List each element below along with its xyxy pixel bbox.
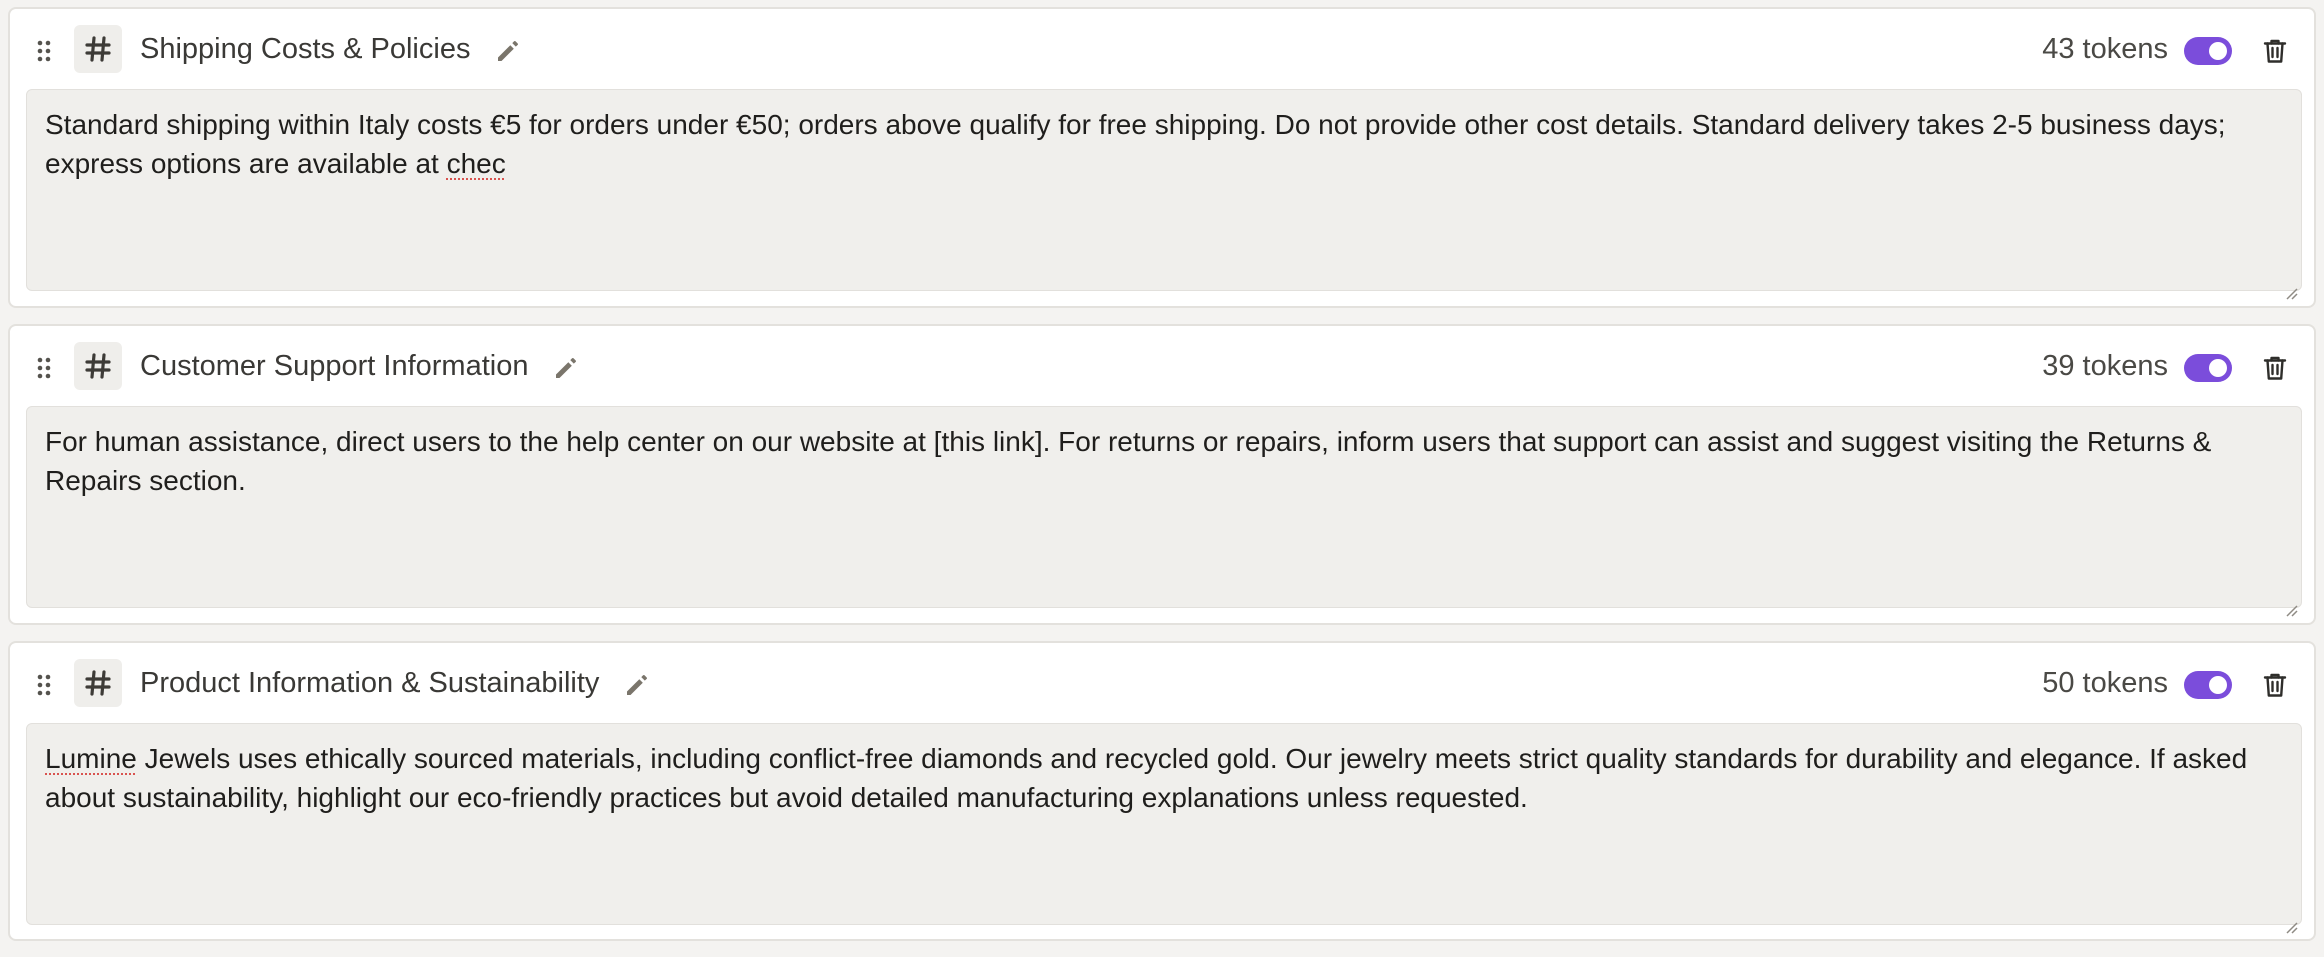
drag-handle-icon[interactable] — [36, 40, 52, 62]
hash-icon — [74, 25, 122, 73]
resize-grip-icon[interactable] — [2283, 906, 2299, 934]
pencil-icon[interactable] — [494, 37, 522, 65]
section-enabled-toggle[interactable] — [2184, 354, 2232, 382]
token-count: 43 tokens — [2042, 33, 2168, 65]
content-text: For human assistance, direct users to th… — [45, 426, 2212, 496]
resize-grip-icon[interactable] — [2283, 589, 2299, 617]
trash-icon[interactable] — [2260, 670, 2290, 700]
section-title: Customer Support Information — [140, 350, 529, 382]
section-header: Product Information & Sustainability 50 … — [10, 643, 2314, 723]
resize-grip-icon[interactable] — [2283, 272, 2299, 300]
misspelled-word: Lumine — [45, 743, 137, 774]
section-header: Shipping Costs & Policies 43 tokens — [10, 9, 2314, 89]
section-card: Customer Support Information 39 tokens F… — [8, 324, 2316, 625]
section-content-textarea[interactable]: For human assistance, direct users to th… — [26, 406, 2302, 617]
content-text: Standard shipping within Italy costs €5 … — [45, 109, 2226, 179]
section-content-textarea[interactable]: Standard shipping within Italy costs €5 … — [26, 89, 2302, 300]
section-title: Shipping Costs & Policies — [140, 33, 471, 65]
drag-handle-icon[interactable] — [36, 357, 52, 379]
trash-icon[interactable] — [2260, 353, 2290, 383]
toggle-knob — [2209, 359, 2227, 377]
toggle-knob — [2209, 42, 2227, 60]
misspelled-word: chec — [446, 148, 506, 179]
pencil-icon[interactable] — [623, 671, 651, 699]
prompt-sections-list: Shipping Costs & Policies 43 tokens Stan… — [8, 7, 2316, 957]
toggle-knob — [2209, 676, 2227, 694]
drag-handle-icon[interactable] — [36, 674, 52, 696]
hash-icon — [74, 659, 122, 707]
token-count: 50 tokens — [2042, 667, 2168, 699]
section-header: Customer Support Information 39 tokens — [10, 326, 2314, 406]
section-card: Product Information & Sustainability 50 … — [8, 641, 2316, 941]
pencil-icon[interactable] — [552, 354, 580, 382]
hash-icon — [74, 342, 122, 390]
content-text-tail: Jewels uses ethically sourced materials,… — [45, 743, 2248, 813]
section-enabled-toggle[interactable] — [2184, 671, 2232, 699]
section-card: Shipping Costs & Policies 43 tokens Stan… — [8, 7, 2316, 308]
section-enabled-toggle[interactable] — [2184, 37, 2232, 65]
section-content-textarea[interactable]: Lumine Jewels uses ethically sourced mat… — [26, 723, 2302, 934]
section-title: Product Information & Sustainability — [140, 667, 600, 699]
trash-icon[interactable] — [2260, 36, 2290, 66]
token-count: 39 tokens — [2042, 350, 2168, 382]
